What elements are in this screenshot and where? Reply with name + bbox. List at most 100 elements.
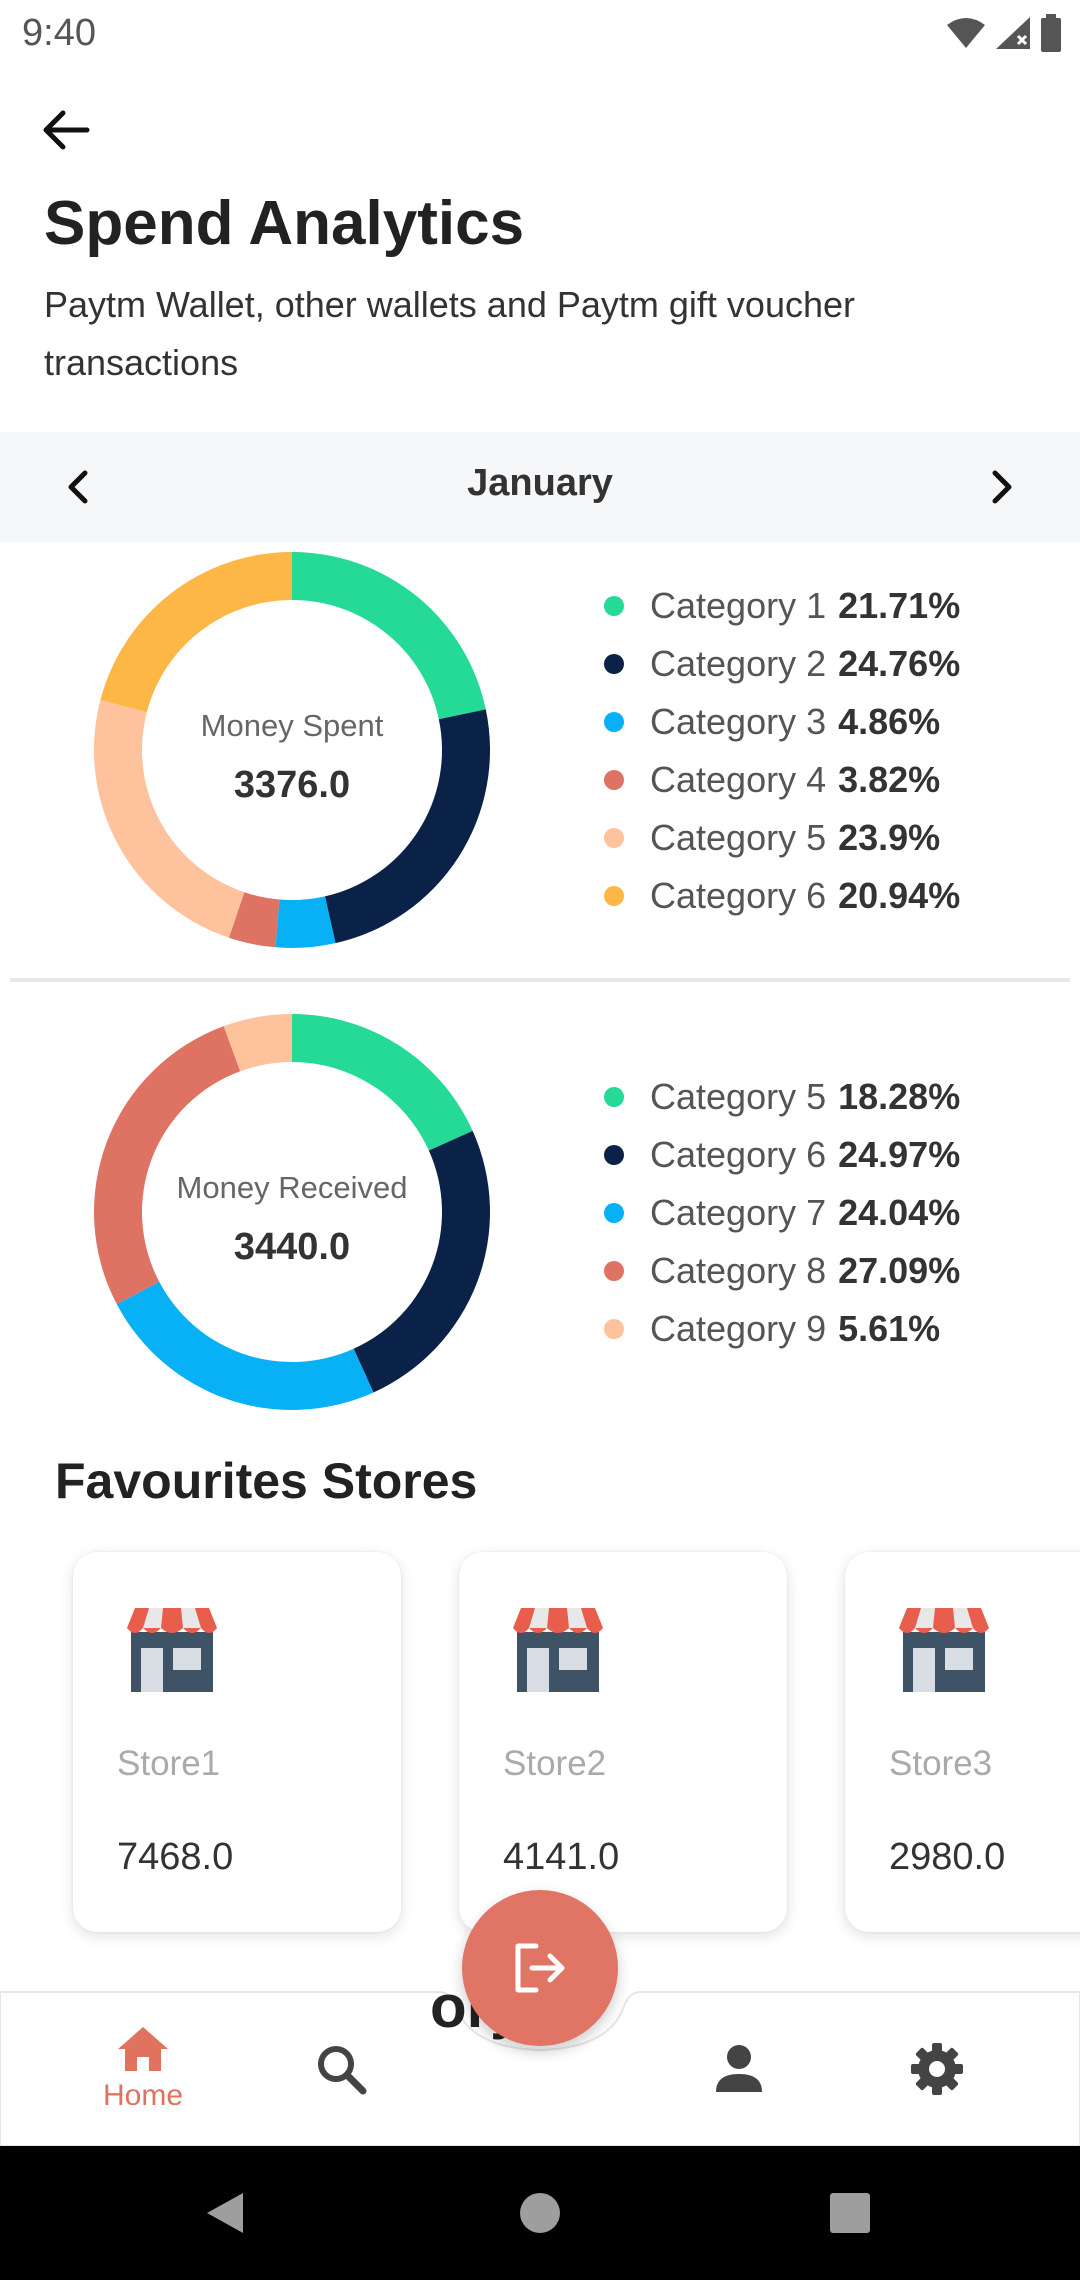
month-selector: January <box>0 432 1080 542</box>
nav-home-label: Home <box>102 2079 184 2112</box>
legend-category: Category 9 <box>650 1308 827 1349</box>
legend-category: Category 6 <box>650 875 827 916</box>
person-icon <box>716 2045 762 2092</box>
month-label: January <box>467 462 613 504</box>
legend-category: Category 5 <box>650 1076 827 1117</box>
legend-color-dot <box>604 1203 624 1223</box>
legend-percentage: 24.97% <box>838 1134 961 1175</box>
home-icon <box>118 2027 168 2071</box>
logout-fab-button[interactable] <box>462 1890 618 2046</box>
legend-percentage: 5.61% <box>838 1308 941 1349</box>
legend-item: Category 1 21.71% <box>604 577 960 635</box>
search-icon <box>318 2046 367 2095</box>
donut-slice-category-3 <box>275 896 336 948</box>
legend-item: Category 4 3.82% <box>604 751 960 809</box>
legend-item: Category 9 5.61% <box>604 1300 960 1358</box>
store-card-store3[interactable]: Store3 2980.0 <box>845 1552 1080 1932</box>
store-name: Store1 <box>117 1744 221 1783</box>
money-spent-value: 3376.0 <box>233 764 351 806</box>
wifi-icon <box>947 18 985 48</box>
page-subtitle: Paytm Wallet, other wallets and Paytm gi… <box>44 284 856 383</box>
money-received-value: 3440.0 <box>233 1226 351 1268</box>
legend-item: Category 3 4.86% <box>604 693 960 751</box>
page-title: Spend Analytics <box>44 189 525 258</box>
legend-percentage: 24.04% <box>838 1192 961 1233</box>
system-home-button[interactable] <box>507 2180 573 2246</box>
battery-icon <box>1041 14 1061 52</box>
chevron-right-icon <box>992 470 1012 504</box>
legend-color-dot <box>604 1319 624 1339</box>
system-back-button[interactable] <box>192 2180 258 2246</box>
legend-percentage: 3.82% <box>838 759 941 800</box>
cell-signal-icon <box>996 17 1030 49</box>
home-circle-icon <box>520 2193 560 2233</box>
legend-color-dot <box>604 1087 624 1107</box>
donut-slice-category-6 <box>100 552 292 713</box>
store-amount: 2980.0 <box>889 1836 1006 1878</box>
legend-percentage: 24.76% <box>838 643 961 684</box>
money-spent-legend: Category 1 21.71% Category 2 24.76% Cate… <box>604 577 960 925</box>
nav-search[interactable] <box>271 1992 411 2146</box>
status-bar: 9:40 <box>0 0 1080 66</box>
legend-item: Category 8 27.09% <box>604 1242 960 1300</box>
money-received-legend: Category 5 18.28% Category 6 24.97% Cate… <box>604 1068 960 1358</box>
money-received-label: Money Received <box>176 1170 408 1205</box>
legend-percentage: 4.86% <box>838 701 941 742</box>
donut-slice-category-7 <box>116 1281 374 1410</box>
back-triangle-icon <box>207 2193 243 2233</box>
store-name: Store3 <box>889 1744 993 1783</box>
money-spent-label: Money Spent <box>200 708 384 743</box>
legend-item: Category 5 23.9% <box>604 809 960 867</box>
legend-item: Category 2 24.76% <box>604 635 960 693</box>
legend-color-dot <box>604 654 624 674</box>
legend-color-dot <box>604 712 624 732</box>
arrow-left-icon <box>43 110 90 150</box>
legend-category: Category 7 <box>650 1192 827 1233</box>
next-month-button[interactable] <box>970 454 1036 520</box>
money-received-donut-chart <box>93 1014 491 1410</box>
back-button[interactable] <box>34 98 98 162</box>
legend-category: Category 5 <box>650 817 827 858</box>
divider <box>10 978 1070 982</box>
legend-percentage: 23.9% <box>838 817 941 858</box>
legend-category: Category 4 <box>650 759 827 800</box>
store-icon <box>513 1608 603 1692</box>
favourite-stores-title: Favourites Stores <box>55 1453 478 1509</box>
status-time: 9:40 <box>22 12 96 54</box>
donut-slice-category-1 <box>292 552 486 720</box>
legend-category: Category 1 <box>650 585 827 626</box>
legend-color-dot <box>604 828 624 848</box>
legend-percentage: 20.94% <box>838 875 961 916</box>
logout-icon <box>515 1943 565 1993</box>
legend-category: Category 2 <box>650 643 827 684</box>
recents-square-icon <box>830 2193 870 2233</box>
system-recents-button[interactable] <box>817 2180 883 2246</box>
legend-category: Category 3 <box>650 701 827 742</box>
gear-icon <box>911 2043 963 2095</box>
store-name: Store2 <box>503 1744 607 1783</box>
legend-category: Category 6 <box>650 1134 827 1175</box>
legend-percentage: 18.28% <box>838 1076 961 1117</box>
store-card-store1[interactable]: Store1 7468.0 <box>73 1552 401 1932</box>
legend-color-dot <box>604 596 624 616</box>
nav-profile[interactable] <box>669 1992 809 2146</box>
screen: 9:40 Spend Analytics Paytm Wallet, other… <box>0 0 1080 2280</box>
donut-slice-category-2 <box>324 709 490 944</box>
store-icon <box>127 1608 217 1692</box>
store-icon <box>899 1608 989 1692</box>
legend-item: Category 6 20.94% <box>604 867 960 925</box>
store-amount: 7468.0 <box>117 1836 234 1878</box>
legend-color-dot <box>604 1145 624 1165</box>
nav-settings[interactable] <box>867 1992 1007 2146</box>
status-icons <box>946 12 1062 54</box>
store-amount: 4141.0 <box>503 1836 620 1878</box>
donut-slice-category-5 <box>292 1014 473 1151</box>
legend-color-dot <box>604 770 624 790</box>
nav-home[interactable]: Home <box>73 1992 213 2146</box>
system-navigation-bar <box>0 2146 1080 2280</box>
legend-percentage: 27.09% <box>838 1250 961 1291</box>
legend-color-dot <box>604 886 624 906</box>
store-card-store2[interactable]: Store2 4141.0 <box>459 1552 787 1932</box>
legend-category: Category 8 <box>650 1250 827 1291</box>
legend-color-dot <box>604 1261 624 1281</box>
